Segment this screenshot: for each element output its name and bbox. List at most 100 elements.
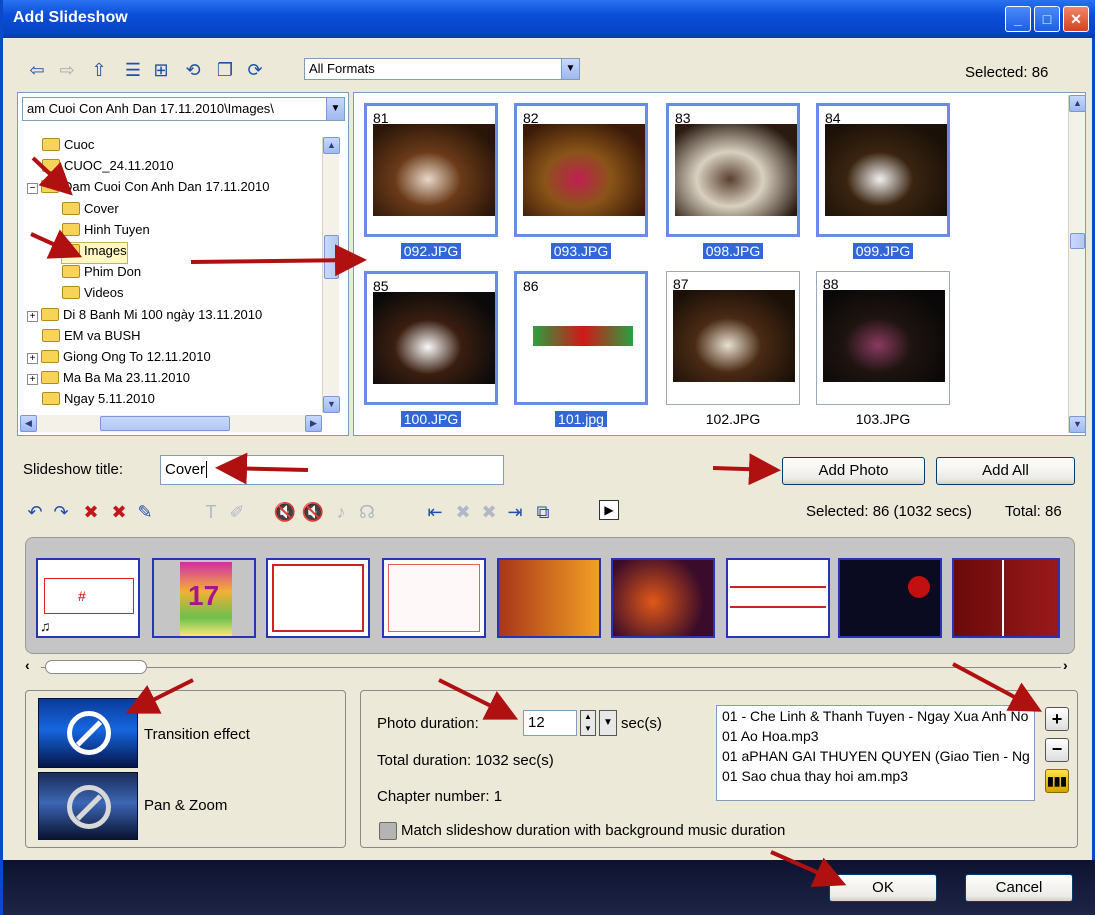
- tree-item[interactable]: EM va BUSH: [42, 328, 141, 348]
- music-track[interactable]: 01 - Che Linh & Thanh Tuyen - Ngay Xua A…: [717, 706, 1034, 726]
- photo-thumbnail[interactable]: 85: [364, 271, 498, 405]
- story-item[interactable]: [497, 558, 601, 638]
- music-track[interactable]: 01 Ao Hoa.mp3: [717, 726, 1034, 746]
- copy-icon[interactable]: ❐: [213, 58, 237, 82]
- back-arrow-icon[interactable]: ⇦: [25, 58, 49, 82]
- expand-icon[interactable]: +: [27, 374, 38, 386]
- minimize-button[interactable]: _: [1005, 6, 1031, 32]
- pan-zoom-button[interactable]: [38, 772, 138, 840]
- tree-item[interactable]: Cover: [62, 201, 119, 221]
- scroll-thumb[interactable]: [1070, 233, 1085, 249]
- collapse-icon[interactable]: −: [27, 183, 38, 195]
- delete-selected-icon[interactable]: ✖: [477, 500, 501, 524]
- duration-spinner[interactable]: ▲ ▼: [580, 710, 596, 736]
- tree-item[interactable]: Ngay 5.11.2010: [42, 391, 155, 411]
- chevron-down-icon[interactable]: ▼: [561, 59, 579, 79]
- view-list-icon[interactable]: ☰: [121, 58, 145, 82]
- text-icon[interactable]: T: [199, 500, 223, 524]
- photo-thumbnail[interactable]: 87: [666, 271, 800, 405]
- music-track[interactable]: 01 aPHAN GAI THUYEN QUYEN (Giao Tien - N…: [717, 746, 1034, 766]
- scroll-down-icon[interactable]: ▼: [1069, 416, 1085, 433]
- refresh-icon[interactable]: ⟳: [243, 58, 267, 82]
- rotate-right-icon[interactable]: ↷: [49, 500, 73, 524]
- story-item[interactable]: # ♫: [36, 558, 140, 638]
- folder-path-combo[interactable]: am Cuoi Con Anh Dan 17.11.2010\Images\ ▼: [22, 97, 345, 121]
- scroll-thumb[interactable]: [324, 235, 339, 279]
- insert-icon[interactable]: ⧉: [531, 500, 555, 524]
- story-item[interactable]: [838, 558, 942, 638]
- story-item[interactable]: [611, 558, 715, 638]
- add-photo-button[interactable]: Add Photo: [782, 457, 925, 485]
- tree-item[interactable]: + Ma Ba Ma 23.11.2010: [27, 370, 190, 390]
- mute-icon[interactable]: 🔇: [273, 500, 297, 524]
- audio-icon[interactable]: ♪: [329, 500, 353, 524]
- storyboard-scrollbar[interactable]: ‹ ›: [25, 657, 1075, 677]
- music-settings-icon[interactable]: ▮▮▮: [1045, 769, 1069, 793]
- forward-arrow-icon[interactable]: ⇨: [55, 58, 79, 82]
- match-duration-checkbox[interactable]: [379, 822, 397, 840]
- photo-duration-input[interactable]: 12: [523, 710, 577, 736]
- play-icon[interactable]: ▶: [599, 500, 619, 520]
- tree-icon[interactable]: ⊞: [149, 58, 173, 82]
- photo-thumbnail[interactable]: 88: [816, 271, 950, 405]
- scroll-right-icon[interactable]: ▶: [305, 415, 322, 432]
- caption-icon[interactable]: ✐: [225, 500, 249, 524]
- close-button[interactable]: ✕: [1063, 6, 1089, 32]
- expand-icon[interactable]: +: [27, 353, 38, 364]
- tree-item[interactable]: Hinh Tuyen: [62, 222, 150, 242]
- story-item[interactable]: [952, 558, 1060, 638]
- scroll-down-icon[interactable]: ▼: [323, 396, 340, 413]
- photo-thumbnail[interactable]: 86: [514, 271, 648, 405]
- music-track[interactable]: 01 Sao chua thay hoi am.mp3: [717, 766, 1034, 786]
- transition-effect-button[interactable]: [38, 698, 138, 768]
- story-item[interactable]: 17: [152, 558, 256, 638]
- tree-item[interactable]: + Giong Ong To 12.11.2010: [27, 349, 211, 369]
- story-item[interactable]: [382, 558, 486, 638]
- tree-item[interactable]: Cuoc: [42, 137, 94, 157]
- ok-button[interactable]: OK: [829, 874, 937, 902]
- scroll-up-icon[interactable]: ▲: [323, 137, 340, 154]
- tree-item[interactable]: CUOC_24.11.2010: [42, 158, 174, 178]
- cancel-button[interactable]: Cancel: [965, 874, 1073, 902]
- tree-item[interactable]: + Di 8 Banh Mi 100 ngày 13.11.2010: [27, 307, 262, 327]
- music-list[interactable]: 01 - Che Linh & Thanh Tuyen - Ngay Xua A…: [716, 705, 1035, 801]
- add-music-button[interactable]: +: [1045, 707, 1069, 731]
- duration-dropdown-icon[interactable]: ▼: [599, 710, 617, 736]
- scroll-thumb[interactable]: [45, 660, 147, 674]
- photo-thumbnail[interactable]: 82: [514, 103, 648, 237]
- scroll-up-icon[interactable]: ▲: [1069, 95, 1085, 112]
- mute-all-icon[interactable]: 🔇: [301, 500, 325, 524]
- scroll-right-icon[interactable]: ›: [1063, 657, 1068, 673]
- scroll-left-icon[interactable]: ‹: [25, 657, 30, 673]
- maximize-button[interactable]: □: [1034, 6, 1060, 32]
- tree-scrollbar[interactable]: ▲ ▼: [322, 137, 340, 413]
- tree-hscrollbar[interactable]: ◀ ▶: [20, 415, 322, 432]
- tree-item[interactable]: − Dam Cuoi Con Anh Dan 17.11.2010: [27, 179, 269, 199]
- voice-icon[interactable]: ☊: [355, 500, 379, 524]
- photo-thumbnail[interactable]: 84: [816, 103, 950, 237]
- photo-thumbnail[interactable]: 83: [666, 103, 800, 237]
- slideshow-title-input[interactable]: Cover: [160, 455, 504, 485]
- tree-item[interactable]: Images: [61, 242, 128, 264]
- photo-thumbnail[interactable]: 81: [364, 103, 498, 237]
- story-item[interactable]: [726, 558, 830, 638]
- remove-icon[interactable]: ✖: [79, 500, 103, 524]
- remove-music-button[interactable]: −: [1045, 738, 1069, 762]
- scroll-left-icon[interactable]: ◀: [20, 415, 37, 432]
- story-item[interactable]: [266, 558, 370, 638]
- format-select[interactable]: All Formats ▼: [304, 58, 580, 80]
- delete-slide-icon[interactable]: ✖: [451, 500, 475, 524]
- expand-icon[interactable]: +: [27, 310, 38, 322]
- move-last-icon[interactable]: ⇥: [503, 500, 527, 524]
- hscroll-thumb[interactable]: [100, 416, 230, 431]
- up-folder-icon[interactable]: ⇧: [87, 58, 111, 82]
- tree-item[interactable]: Videos: [62, 285, 124, 305]
- chevron-down-icon[interactable]: ▼: [326, 98, 344, 120]
- move-first-icon[interactable]: ⇤: [423, 500, 447, 524]
- grid-scrollbar[interactable]: ▲ ▼: [1068, 95, 1085, 433]
- rotate-left-icon[interactable]: ↶: [23, 500, 47, 524]
- tree-item[interactable]: Phim Don: [62, 264, 141, 284]
- remove-all-icon[interactable]: ✖: [107, 500, 131, 524]
- folder-refresh-icon[interactable]: ⟲: [181, 58, 205, 82]
- add-all-button[interactable]: Add All: [936, 457, 1075, 485]
